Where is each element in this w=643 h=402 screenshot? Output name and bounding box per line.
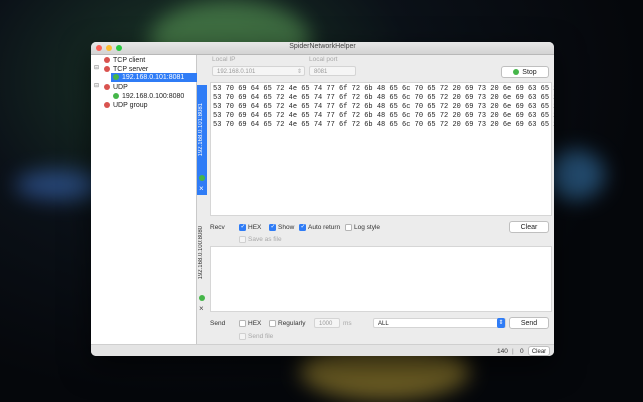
- local-port-input[interactable]: 8081: [309, 66, 356, 76]
- local-port-label: Local port: [309, 56, 338, 63]
- tab-connection-8081[interactable]: 192.168.0.101:8081 ×: [197, 85, 207, 195]
- send-target-select[interactable]: ALL ⇕: [373, 318, 506, 328]
- send-hex-checkbox[interactable]: [239, 320, 246, 327]
- tree-item-udp[interactable]: UDP: [104, 83, 128, 92]
- collapse-toggle-icon[interactable]: ⊟: [94, 64, 99, 71]
- interval-unit-label: ms: [343, 320, 352, 327]
- tree-item-label: UDP: [113, 84, 128, 91]
- recv-line: 53 70 69 64 65 72 4e 65 74 77 6f 72 6b 4…: [213, 112, 554, 120]
- recv-line: 53 70 69 64 65 72 4e 65 74 77 6f 72 6b 4…: [213, 85, 554, 93]
- background-smoke-cyan: [545, 150, 605, 200]
- tree-item-udp-group[interactable]: UDP group: [104, 101, 148, 110]
- green-status-icon: [113, 74, 119, 81]
- red-status-icon: [104, 102, 110, 109]
- tree-item-label: TCP client: [113, 57, 146, 64]
- auto-return-checkbox[interactable]: [299, 223, 306, 231]
- tree-item-udp-connection[interactable]: 192.168.0.100:8080: [113, 92, 184, 101]
- log-style-label: Log style: [354, 224, 381, 231]
- recv-line: 53 70 69 64 65 72 4e 65 74 77 6f 72 6b 4…: [213, 121, 554, 129]
- tab-label: 192.168.0.100:8080: [198, 226, 204, 280]
- interval-value: 1000: [319, 321, 333, 327]
- red-status-icon: [104, 66, 110, 73]
- local-ip-value: 192.168.0.101: [217, 69, 256, 75]
- recv-label: Recv: [210, 224, 225, 231]
- tree-item-label: 192.168.0.100:8080: [122, 93, 185, 100]
- status-clear-button[interactable]: Clear: [528, 346, 550, 356]
- close-tab-icon[interactable]: ×: [199, 304, 204, 313]
- recv-hex-label: HEX: [248, 224, 262, 231]
- tab-connection-8080[interactable]: 192.168.0.100:8080 ×: [197, 220, 207, 315]
- close-tab-icon[interactable]: ×: [199, 184, 204, 193]
- green-status-icon: [513, 69, 520, 76]
- send-file-label: Send file: [248, 333, 274, 340]
- window-title: SpiderNetworkHelper: [289, 43, 356, 50]
- tab-label: 192.168.0.101:8081: [198, 103, 204, 157]
- send-label: Send: [210, 320, 226, 327]
- send-count: 0: [520, 348, 524, 355]
- show-label: Show: [278, 224, 295, 231]
- regularly-label: Regularly: [278, 320, 306, 327]
- save-as-file-label: Save as file: [248, 236, 282, 243]
- tree-item-tcp-client[interactable]: TCP client: [104, 56, 145, 65]
- stop-button-label: Stop: [522, 69, 537, 76]
- recv-line: 53 70 69 64 65 72 4e 65 74 77 6f 72 6b 4…: [213, 94, 554, 102]
- status-separator: |: [512, 348, 514, 355]
- receive-text-area[interactable]: 53 70 69 64 65 72 4e 65 74 77 6f 72 6b 4…: [210, 82, 554, 216]
- recv-count: 140: [497, 348, 508, 355]
- connection-tab-strip: 192.168.0.101:8081 × 192.168.0.100:8080 …: [197, 85, 207, 315]
- green-status-icon: [199, 295, 205, 301]
- recv-clear-button[interactable]: Clear: [509, 221, 549, 233]
- recv-hex-checkbox[interactable]: [239, 223, 246, 231]
- select-arrows-icon: ⇕: [497, 318, 505, 328]
- tree-item-label: TCP server: [113, 66, 149, 73]
- send-target-value: ALL: [378, 321, 389, 327]
- local-ip-label: Local IP: [212, 56, 236, 63]
- send-text-area[interactable]: [210, 246, 552, 312]
- recv-line: 53 70 69 64 65 72 4e 65 74 77 6f 72 6b 4…: [213, 103, 554, 111]
- select-arrows-icon: ⇕: [296, 69, 302, 75]
- app-window: SpiderNetworkHelper TCP client ⊟ TCP ser…: [91, 42, 554, 356]
- green-status-icon: [199, 175, 205, 181]
- title-bar: SpiderNetworkHelper: [91, 42, 554, 55]
- show-checkbox[interactable]: [269, 223, 276, 231]
- auto-return-label: Auto return: [308, 224, 341, 231]
- send-file-checkbox[interactable]: [239, 333, 246, 340]
- log-style-checkbox[interactable]: [345, 224, 352, 231]
- local-ip-select[interactable]: 192.168.0.101 ⇕: [212, 66, 305, 76]
- send-button[interactable]: Send: [509, 317, 549, 329]
- regularly-checkbox[interactable]: [269, 320, 276, 327]
- status-bar: 140 | 0 Clear: [91, 344, 554, 356]
- connection-tree: TCP client ⊟ TCP server 192.168.0.101:80…: [91, 55, 197, 344]
- green-status-icon: [113, 93, 119, 100]
- stop-button[interactable]: Stop: [501, 66, 549, 78]
- red-status-icon: [104, 84, 110, 91]
- local-port-value: 8081: [314, 69, 328, 75]
- tree-item-label: UDP group: [113, 102, 148, 109]
- red-status-icon: [104, 57, 110, 64]
- interval-input[interactable]: 1000: [314, 318, 340, 328]
- tree-item-tcp-connection[interactable]: 192.168.0.101:8081: [111, 73, 197, 82]
- send-hex-label: HEX: [248, 320, 262, 327]
- tree-item-label: 192.168.0.101:8081: [122, 74, 185, 81]
- collapse-toggle-icon[interactable]: ⊟: [94, 82, 99, 89]
- save-as-file-checkbox[interactable]: [239, 236, 246, 243]
